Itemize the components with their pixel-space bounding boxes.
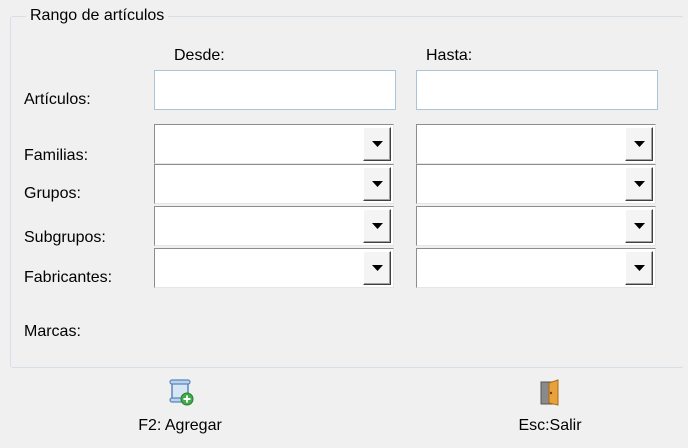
grupos-from-combo[interactable] bbox=[154, 164, 394, 204]
column-header-to: Hasta: bbox=[426, 47, 473, 64]
chevron-down-icon bbox=[633, 265, 645, 271]
door-exit-icon bbox=[536, 378, 564, 406]
fabricantes-to-combo[interactable] bbox=[416, 248, 656, 288]
articulos-from-input[interactable] bbox=[154, 70, 396, 110]
dropdown-arrow-button[interactable] bbox=[625, 251, 653, 285]
dropdown-arrow-button[interactable] bbox=[625, 167, 653, 201]
scroll-add-icon bbox=[166, 378, 194, 406]
dropdown-arrow-button[interactable] bbox=[625, 209, 653, 243]
chevron-down-icon bbox=[371, 265, 383, 271]
label-subgrupos: Subgrupos: bbox=[24, 229, 106, 246]
dropdown-arrow-button[interactable] bbox=[625, 127, 653, 161]
familias-to-combo[interactable] bbox=[416, 124, 656, 164]
label-marcas: Marcas: bbox=[24, 323, 81, 340]
subgrupos-from-combo[interactable] bbox=[154, 206, 394, 246]
label-articulos: Artículos: bbox=[24, 91, 91, 108]
label-fabricantes: Fabricantes: bbox=[24, 269, 113, 286]
chevron-down-icon bbox=[633, 141, 645, 147]
chevron-down-icon bbox=[371, 141, 383, 147]
grupos-to-combo[interactable] bbox=[416, 164, 656, 204]
group-caption: Rango de artículos bbox=[26, 6, 169, 26]
label-familias: Familias: bbox=[24, 147, 89, 164]
dropdown-arrow-button[interactable] bbox=[363, 127, 391, 161]
exit-button-label: Esc:Salir bbox=[518, 417, 582, 434]
chevron-down-icon bbox=[371, 223, 383, 229]
dropdown-arrow-button[interactable] bbox=[363, 167, 391, 201]
subgrupos-to-combo[interactable] bbox=[416, 206, 656, 246]
fabricantes-from-combo[interactable] bbox=[154, 248, 394, 288]
dropdown-arrow-button[interactable] bbox=[363, 251, 391, 285]
chevron-down-icon bbox=[371, 181, 383, 187]
chevron-down-icon bbox=[633, 181, 645, 187]
dropdown-arrow-button[interactable] bbox=[363, 209, 391, 243]
add-button[interactable]: F2: Agregar bbox=[80, 372, 280, 444]
column-header-from: Desde: bbox=[174, 47, 225, 64]
add-button-label: F2: Agregar bbox=[138, 417, 222, 434]
familias-from-combo[interactable] bbox=[154, 124, 394, 164]
exit-button[interactable]: Esc:Salir bbox=[450, 372, 650, 444]
articulos-to-input[interactable] bbox=[416, 70, 658, 110]
label-grupos: Grupos: bbox=[24, 185, 81, 202]
chevron-down-icon bbox=[633, 223, 645, 229]
